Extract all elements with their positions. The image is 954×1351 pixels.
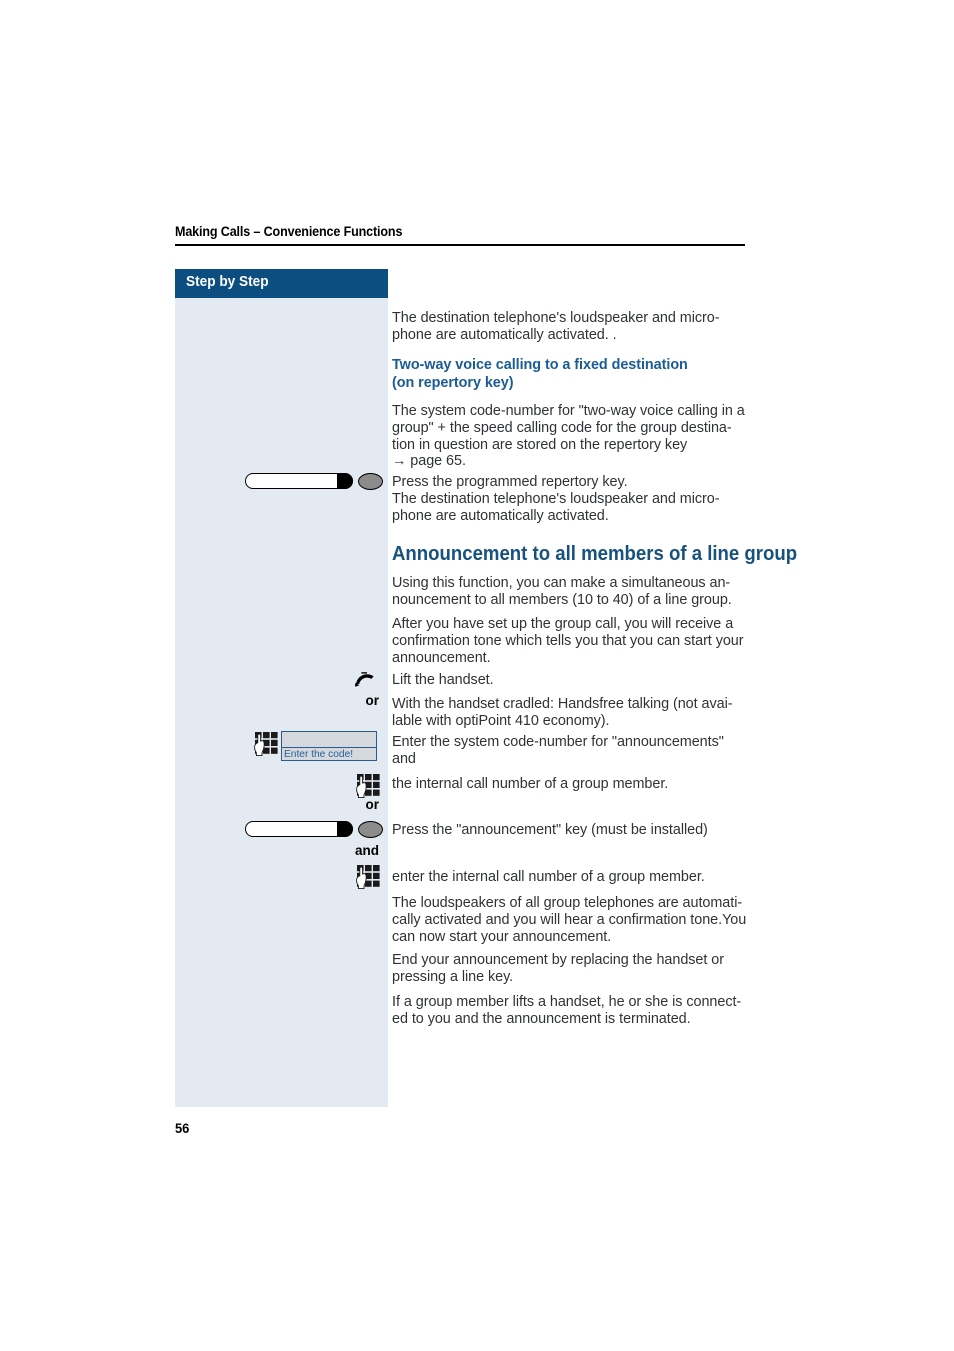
section-heading: Announcement to all members of a line gr…	[392, 543, 798, 565]
two-way-paragraph: The system code-number for "two-way voic…	[392, 403, 745, 470]
end-announcement-paragraph: End your announcement by replacing the h…	[392, 952, 724, 985]
function-key-led	[358, 821, 383, 838]
connector-and-1: and	[354, 843, 379, 858]
step-by-step-header: Step by Step	[175, 269, 388, 298]
step-by-step-title: Step by Step	[186, 274, 269, 290]
phone-display: Enter the code!	[281, 731, 377, 761]
loudspeakers-paragraph: The loudspeakers of all group telephones…	[392, 895, 747, 945]
group-member-lifts-paragraph: If a group member lifts a handset, he or…	[392, 994, 742, 1027]
enter-code-paragraph: Enter the system code-number for "announ…	[392, 734, 724, 767]
connector-or-2: or	[365, 797, 380, 812]
lift-handset-paragraph: Lift the handset.	[392, 672, 494, 688]
intro-paragraph: The destination telephone's loudspeaker …	[392, 310, 720, 343]
page-number: 56	[175, 1120, 190, 1136]
using-function-paragraph: Using this function, you can make a simu…	[392, 575, 732, 608]
running-header: Making Calls – Convenience Functions	[175, 224, 403, 239]
header-rule	[175, 244, 745, 246]
lift-handset-icon	[355, 672, 374, 687]
display-prompt-text: Enter the code!	[282, 747, 376, 760]
connector-or-1: or	[365, 693, 380, 708]
document-page: Making Calls – Convenience Functions Ste…	[0, 0, 954, 1351]
keypad-icon[interactable]	[356, 864, 382, 890]
enter-internal-number-paragraph: enter the internal call number of a grou…	[392, 869, 705, 885]
keypad-icon[interactable]	[356, 773, 382, 799]
internal-number-paragraph: the internal call number of a group memb…	[392, 776, 669, 792]
subheading-two-way-voice-calling: Two-way voice calling to a fixed destina…	[392, 357, 688, 391]
after-setup-paragraph: After you have set up the group call, yo…	[392, 616, 744, 666]
handsfree-paragraph: With the handset cradled: Handsfree talk…	[392, 696, 733, 729]
press-announcement-key-paragraph: Press the "announcement" key (must be in…	[392, 822, 708, 838]
keypad-icon[interactable]	[254, 731, 280, 757]
function-key-led	[358, 473, 383, 490]
function-key-cap	[337, 821, 353, 837]
function-key-cap	[337, 473, 353, 489]
press-repertory-paragraph: Press the programmed repertory key. The …	[392, 474, 720, 524]
